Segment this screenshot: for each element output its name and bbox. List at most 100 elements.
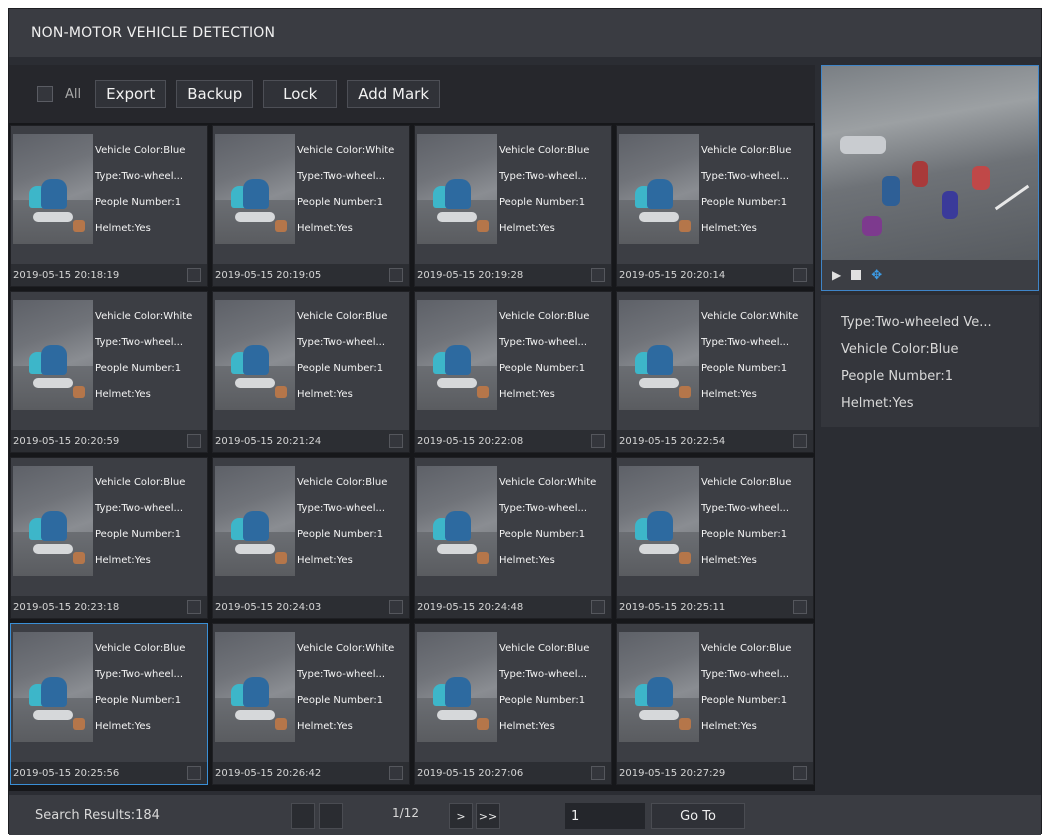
detail-vehicle-color: Vehicle Color:Blue: [841, 342, 959, 357]
result-card[interactable]: Vehicle Color:White Type:Two-wheel... Peop…: [414, 457, 612, 619]
result-checkbox[interactable]: [591, 434, 605, 448]
result-helmet: Helmet:Yes: [701, 389, 757, 400]
result-vehicle-color: Vehicle Color:White: [297, 643, 395, 654]
search-results-count: Search Results:184: [35, 807, 160, 823]
result-timestamp: 2019-05-15 20:26:42: [215, 767, 322, 779]
result-timestamp-bar: 2019-05-15 20:19:28: [415, 264, 611, 286]
last-page-button[interactable]: >>: [476, 803, 500, 829]
result-card[interactable]: Vehicle Color:Blue Type:Two-wheel... Peopl…: [616, 125, 814, 287]
result-thumbnail: [417, 134, 497, 244]
result-checkbox[interactable]: [389, 268, 403, 282]
result-vehicle-color: Vehicle Color:White: [297, 145, 395, 156]
result-people-number: People Number:1: [701, 695, 788, 706]
result-people-number: People Number:1: [297, 529, 384, 540]
result-thumbnail: [13, 466, 93, 576]
go-to-button[interactable]: Go To: [651, 803, 745, 829]
result-helmet: Helmet:Yes: [95, 555, 151, 566]
result-people-number: People Number:1: [701, 529, 788, 540]
result-info: Vehicle Color:Blue Type:Two-wheel... Peopl…: [701, 470, 811, 574]
result-checkbox[interactable]: [389, 600, 403, 614]
result-card[interactable]: Vehicle Color:Blue Type:Two-wheel... Peopl…: [10, 623, 208, 785]
result-thumbnail: [13, 134, 93, 244]
result-vehicle-color: Vehicle Color:White: [701, 311, 799, 322]
export-button[interactable]: Export: [95, 80, 167, 108]
result-checkbox[interactable]: [187, 268, 201, 282]
fisheye-icon[interactable]: ✥: [871, 268, 882, 283]
result-card[interactable]: Vehicle Color:White Type:Two-wheel... Peop…: [212, 623, 410, 785]
result-checkbox[interactable]: [389, 766, 403, 780]
detection-window: NON-MOTOR VEHICLE DETECTION All Export B…: [8, 8, 1042, 835]
result-card[interactable]: Vehicle Color:Blue Type:Two-wheel... Peopl…: [414, 623, 612, 785]
result-type: Type:Two-wheel...: [701, 503, 790, 514]
result-people-number: People Number:1: [297, 363, 384, 374]
result-checkbox[interactable]: [389, 434, 403, 448]
result-checkbox[interactable]: [187, 766, 201, 780]
result-info: Vehicle Color:Blue Type:Two-wheel... Peopl…: [95, 636, 205, 740]
result-timestamp: 2019-05-15 20:20:14: [619, 269, 726, 281]
result-helmet: Helmet:Yes: [297, 389, 353, 400]
result-checkbox[interactable]: [793, 766, 807, 780]
result-timestamp: 2019-05-15 20:24:48: [417, 601, 524, 613]
result-helmet: Helmet:Yes: [297, 555, 353, 566]
result-people-number: People Number:1: [701, 363, 788, 374]
prev-page-button[interactable]: [319, 803, 343, 829]
result-card[interactable]: Vehicle Color:White Type:Two-wheel... Peop…: [616, 291, 814, 453]
page-number-input[interactable]: [565, 803, 645, 829]
stop-icon[interactable]: [851, 270, 862, 280]
result-info: Vehicle Color:Blue Type:Two-wheel... Peopl…: [499, 138, 609, 242]
result-people-number: People Number:1: [297, 197, 384, 208]
add-mark-button[interactable]: Add Mark: [347, 80, 441, 108]
result-checkbox[interactable]: [187, 600, 201, 614]
result-people-number: People Number:1: [297, 695, 384, 706]
result-timestamp: 2019-05-15 20:22:08: [417, 435, 524, 447]
result-thumbnail: [619, 300, 699, 410]
result-card[interactable]: Vehicle Color:Blue Type:Two-wheel... Peopl…: [616, 623, 814, 785]
result-checkbox[interactable]: [591, 600, 605, 614]
result-helmet: Helmet:Yes: [297, 223, 353, 234]
preview-video[interactable]: [822, 66, 1038, 260]
result-timestamp: 2019-05-15 20:19:28: [417, 269, 524, 281]
result-timestamp: 2019-05-15 20:18:19: [13, 269, 120, 281]
result-info: Vehicle Color:Blue Type:Two-wheel... Peopl…: [701, 138, 811, 242]
result-type: Type:Two-wheel...: [701, 669, 790, 680]
result-card[interactable]: Vehicle Color:Blue Type:Two-wheel... Peopl…: [10, 125, 208, 287]
result-timestamp-bar: 2019-05-15 20:18:19: [11, 264, 207, 286]
result-card[interactable]: Vehicle Color:Blue Type:Two-wheel... Peopl…: [414, 291, 612, 453]
result-checkbox[interactable]: [591, 268, 605, 282]
backup-button[interactable]: Backup: [176, 80, 254, 108]
detail-type: Type:Two-wheeled Ve...: [841, 315, 992, 330]
first-page-button[interactable]: [291, 803, 315, 829]
result-card[interactable]: Vehicle Color:Blue Type:Two-wheel... Peopl…: [10, 457, 208, 619]
result-timestamp: 2019-05-15 20:25:11: [619, 601, 726, 613]
result-people-number: People Number:1: [499, 363, 586, 374]
result-card[interactable]: Vehicle Color:Blue Type:Two-wheel... Peopl…: [414, 125, 612, 287]
play-icon[interactable]: ▶: [832, 268, 841, 282]
next-page-button[interactable]: >: [449, 803, 473, 829]
result-vehicle-color: Vehicle Color:Blue: [499, 145, 590, 156]
result-checkbox[interactable]: [793, 600, 807, 614]
result-card[interactable]: Vehicle Color:Blue Type:Two-wheel... Peopl…: [212, 291, 410, 453]
result-checkbox[interactable]: [793, 434, 807, 448]
result-type: Type:Two-wheel...: [297, 503, 386, 514]
result-checkbox[interactable]: [793, 268, 807, 282]
window-title: NON-MOTOR VEHICLE DETECTION: [31, 25, 276, 41]
result-timestamp-bar: 2019-05-15 20:19:05: [213, 264, 409, 286]
result-type: Type:Two-wheel...: [499, 669, 588, 680]
result-timestamp-bar: 2019-05-15 20:27:06: [415, 762, 611, 784]
result-card[interactable]: Vehicle Color:Blue Type:Two-wheel... Peopl…: [616, 457, 814, 619]
detail-panel: Type:Two-wheeled Ve... Vehicle Color:Blu…: [821, 295, 1039, 427]
lock-button[interactable]: Lock: [263, 80, 338, 108]
result-helmet: Helmet:Yes: [499, 721, 555, 732]
result-checkbox[interactable]: [591, 766, 605, 780]
result-card[interactable]: Vehicle Color:White Type:Two-wheel... Peop…: [212, 125, 410, 287]
result-helmet: Helmet:Yes: [95, 223, 151, 234]
result-card[interactable]: Vehicle Color:Blue Type:Two-wheel... Peopl…: [212, 457, 410, 619]
result-checkbox[interactable]: [187, 434, 201, 448]
result-vehicle-color: Vehicle Color:Blue: [701, 477, 792, 488]
result-people-number: People Number:1: [499, 695, 586, 706]
result-vehicle-color: Vehicle Color:White: [499, 477, 597, 488]
result-card[interactable]: Vehicle Color:White Type:Two-wheel... Peop…: [10, 291, 208, 453]
result-thumbnail: [619, 134, 699, 244]
preview-panel: ▶ ✥: [821, 65, 1039, 291]
select-all-checkbox[interactable]: [37, 86, 53, 102]
